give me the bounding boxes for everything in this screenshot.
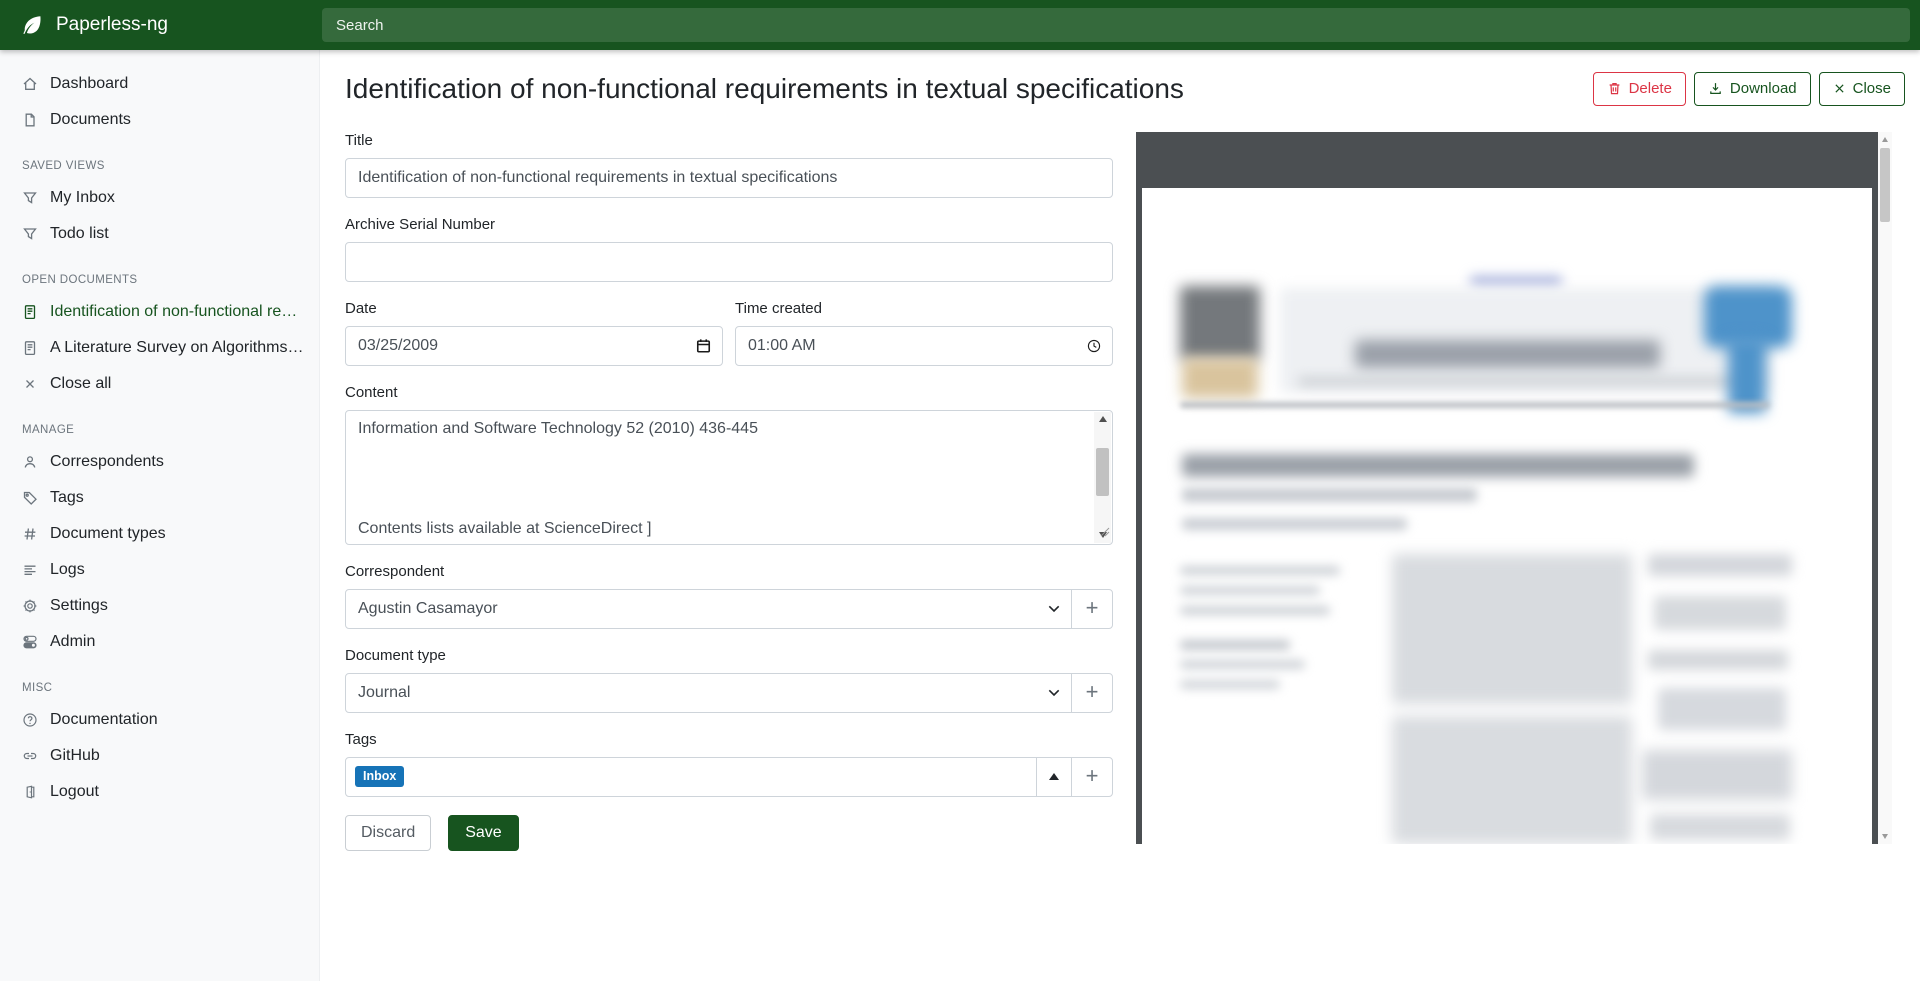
sidebar-item-admin[interactable]: Admin [0,624,319,660]
date-label: Date [345,300,723,317]
sidebar-item-dashboard[interactable]: Dashboard [0,66,319,102]
close-button[interactable]: Close [1819,72,1905,106]
main-content: Identification of non-functional require… [320,50,1920,981]
sidebar-item-close-all[interactable]: Close all [0,366,319,402]
correspondent-select[interactable]: Agustin Casamayor [345,589,1072,629]
content-textarea[interactable]: Information and Software Technology 52 (… [345,410,1113,545]
time-created-label: Time created [735,300,1113,317]
sidebar-item-logout[interactable]: Logout [0,774,319,810]
tag-icon [22,490,38,506]
document-edit-form: Title Archive Serial Number Date 03/25/2… [345,132,1113,851]
sidebar: Dashboard Documents SAVED VIEWS My Inbox… [0,50,320,981]
sidebar-open-document-2[interactable]: A Literature Survey on Algorithms for Mu… [0,330,319,366]
plus-icon: + [1086,681,1099,703]
sidebar-item-documents[interactable]: Documents [0,102,319,138]
content-label: Content [345,384,1113,401]
title-label: Title [345,132,1113,149]
plus-icon: + [1086,597,1099,619]
sidebar-item-logs[interactable]: Logs [0,552,319,588]
plus-icon: + [1086,765,1099,787]
door-icon [22,784,38,800]
title-input[interactable] [345,158,1113,198]
paperless-leaf-logo-icon [20,13,44,37]
tags-input[interactable]: Inbox [345,757,1037,797]
tags-label: Tags [345,731,1113,748]
add-correspondent-button[interactable]: + [1071,589,1113,629]
document-preview-pane [1136,132,1892,851]
download-icon [1708,81,1723,96]
person-icon [22,454,38,470]
caret-up-icon [1049,773,1059,780]
document-type-select[interactable]: Journal [345,673,1072,713]
sidebar-item-github[interactable]: GitHub [0,738,319,774]
scroll-up-arrow-icon[interactable] [1094,412,1111,427]
resize-grip[interactable] [1100,524,1110,542]
close-icon [22,376,38,392]
scrollbar-thumb[interactable] [1880,148,1890,222]
pdf-page [1142,188,1872,844]
add-document-type-button[interactable]: + [1071,673,1113,713]
file-text-icon [22,304,38,320]
pdf-page-content-blurred [1180,188,1792,844]
document-header: Identification of non-functional require… [320,50,1920,106]
save-button[interactable]: Save [448,815,518,851]
sidebar-section-misc: MISC [22,682,319,694]
scroll-down-arrow-icon[interactable] [1878,830,1892,843]
discard-button[interactable]: Discard [345,815,431,851]
sidebar-item-correspondents[interactable]: Correspondents [0,444,319,480]
file-icon [22,112,38,128]
question-circle-icon [22,712,38,728]
scrollbar-thumb[interactable] [1096,448,1109,496]
toggles-icon [22,634,38,650]
funnel-icon [22,226,38,242]
sidebar-item-todo-list[interactable]: Todo list [0,216,319,252]
tag-badge-inbox: Inbox [355,766,404,787]
trash-icon [1607,81,1622,96]
scroll-up-arrow-icon[interactable] [1878,133,1892,146]
sidebar-item-document-types[interactable]: Document types [0,516,319,552]
tags-collapse-button[interactable] [1036,757,1072,797]
archive-serial-number-input[interactable] [345,242,1113,282]
add-tag-button[interactable]: + [1071,757,1113,797]
sidebar-item-my-inbox[interactable]: My Inbox [0,180,319,216]
global-search-input[interactable] [322,8,1910,42]
app-brand[interactable]: Paperless-ng [0,13,320,37]
gear-icon [22,598,38,614]
pdf-scrollbar[interactable] [1878,132,1892,844]
document-actions: Delete Download Close [1593,72,1905,106]
sidebar-item-documentation[interactable]: Documentation [0,702,319,738]
sidebar-section-open-documents: OPEN DOCUMENTS [22,274,319,286]
chevron-down-icon [1048,684,1060,702]
hash-icon [22,526,38,542]
sidebar-item-tags[interactable]: Tags [0,480,319,516]
file-text-icon [22,340,38,356]
sidebar-section-manage: MANAGE [22,424,319,436]
correspondent-label: Correspondent [345,563,1113,580]
page-title: Identification of non-functional require… [345,73,1593,105]
close-icon [1833,82,1846,95]
home-icon [22,76,38,92]
calendar-icon[interactable] [695,337,712,354]
time-created-input[interactable]: 01:00 AM [735,326,1113,366]
document-type-label: Document type [345,647,1113,664]
date-input[interactable]: 03/25/2009 [345,326,723,366]
delete-button[interactable]: Delete [1593,72,1686,106]
sidebar-open-document-1[interactable]: Identification of non-functional require… [0,294,319,330]
archive-serial-number-label: Archive Serial Number [345,216,1113,233]
app-title: Paperless-ng [56,14,168,36]
list-icon [22,562,38,578]
funnel-icon [22,190,38,206]
sidebar-item-settings[interactable]: Settings [0,588,319,624]
clock-icon[interactable] [1086,338,1102,354]
sidebar-section-saved-views: SAVED VIEWS [22,160,319,172]
download-button[interactable]: Download [1694,72,1811,106]
chevron-down-icon [1048,600,1060,618]
pdf-viewer [1136,132,1892,844]
pdf-toolbar [1136,132,1878,188]
link-icon [22,748,38,764]
top-navbar: Paperless-ng [0,0,1920,50]
